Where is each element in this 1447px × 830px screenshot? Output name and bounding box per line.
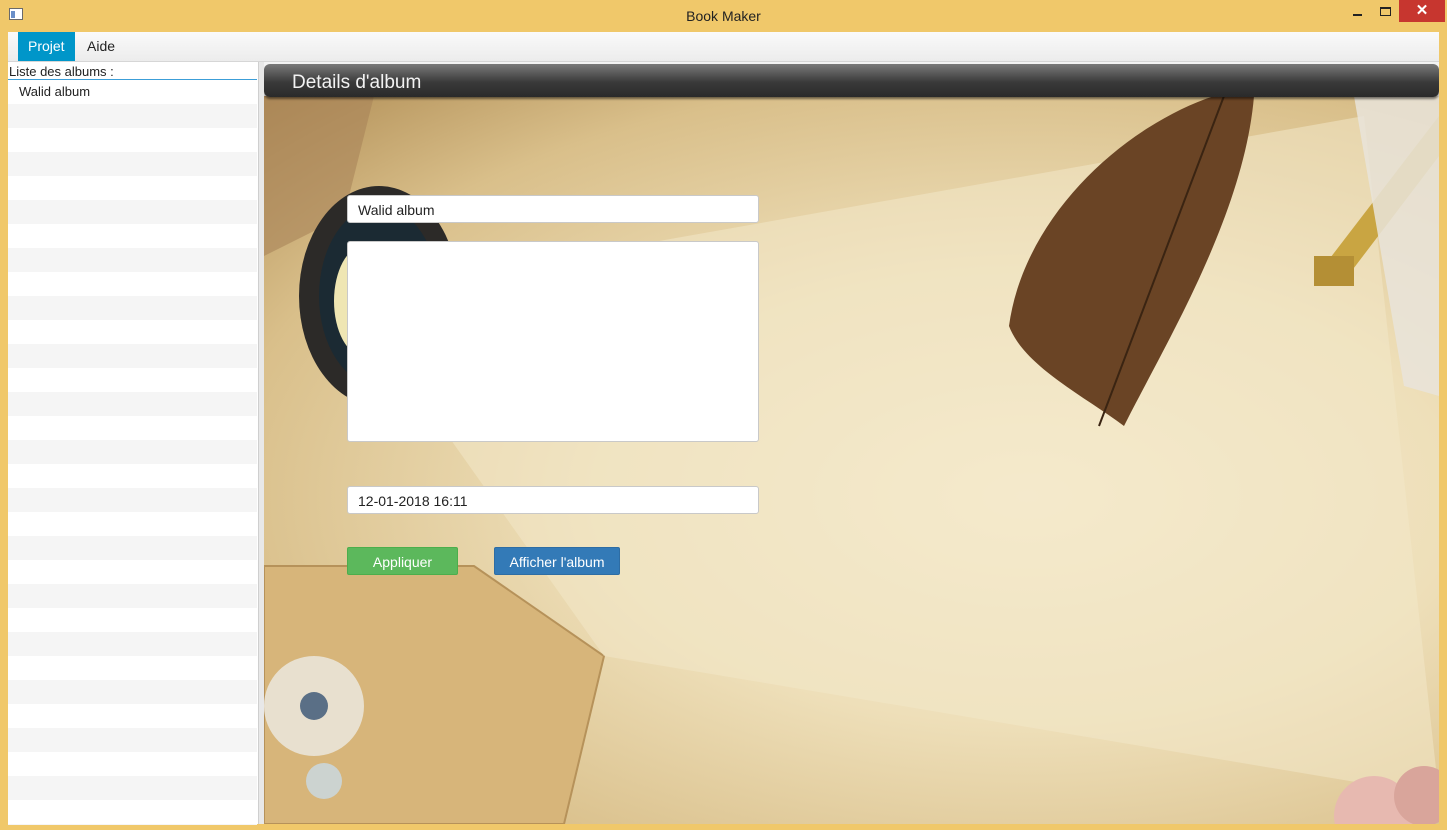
album-details-panel: Details d'album Walid album 12-01-2018 1… xyxy=(264,62,1439,824)
app-client-area: Projet Aide Liste des albums : Walid alb… xyxy=(8,32,1439,825)
show-album-button[interactable]: Afficher l'album xyxy=(494,547,620,575)
details-header: Details d'album xyxy=(264,64,1439,97)
maximize-button[interactable] xyxy=(1371,0,1399,22)
window-title: Book Maker xyxy=(686,8,761,24)
album-description-textarea[interactable] xyxy=(347,241,759,442)
apply-button[interactable]: Appliquer xyxy=(347,547,458,575)
menu-bar: Projet Aide xyxy=(8,32,1439,62)
menu-aide[interactable]: Aide xyxy=(77,32,125,61)
details-title: Details d'album xyxy=(292,72,422,93)
album-name-input[interactable]: Walid album xyxy=(347,195,759,223)
album-list-panel: Liste des albums : Walid album xyxy=(8,62,259,825)
background-image: Walid album 12-01-2018 16:11 Appliquer A… xyxy=(264,96,1439,824)
minimize-button[interactable] xyxy=(1343,0,1371,22)
album-date-input[interactable]: 12-01-2018 16:11 xyxy=(347,486,759,514)
title-bar: Book Maker ✕ xyxy=(0,0,1447,32)
close-button[interactable]: ✕ xyxy=(1399,0,1445,22)
menu-projet[interactable]: Projet xyxy=(18,32,75,61)
list-item[interactable]: Walid album xyxy=(8,80,257,104)
album-list-label: Liste des albums : xyxy=(9,64,114,79)
album-list[interactable]: Walid album xyxy=(8,79,257,825)
